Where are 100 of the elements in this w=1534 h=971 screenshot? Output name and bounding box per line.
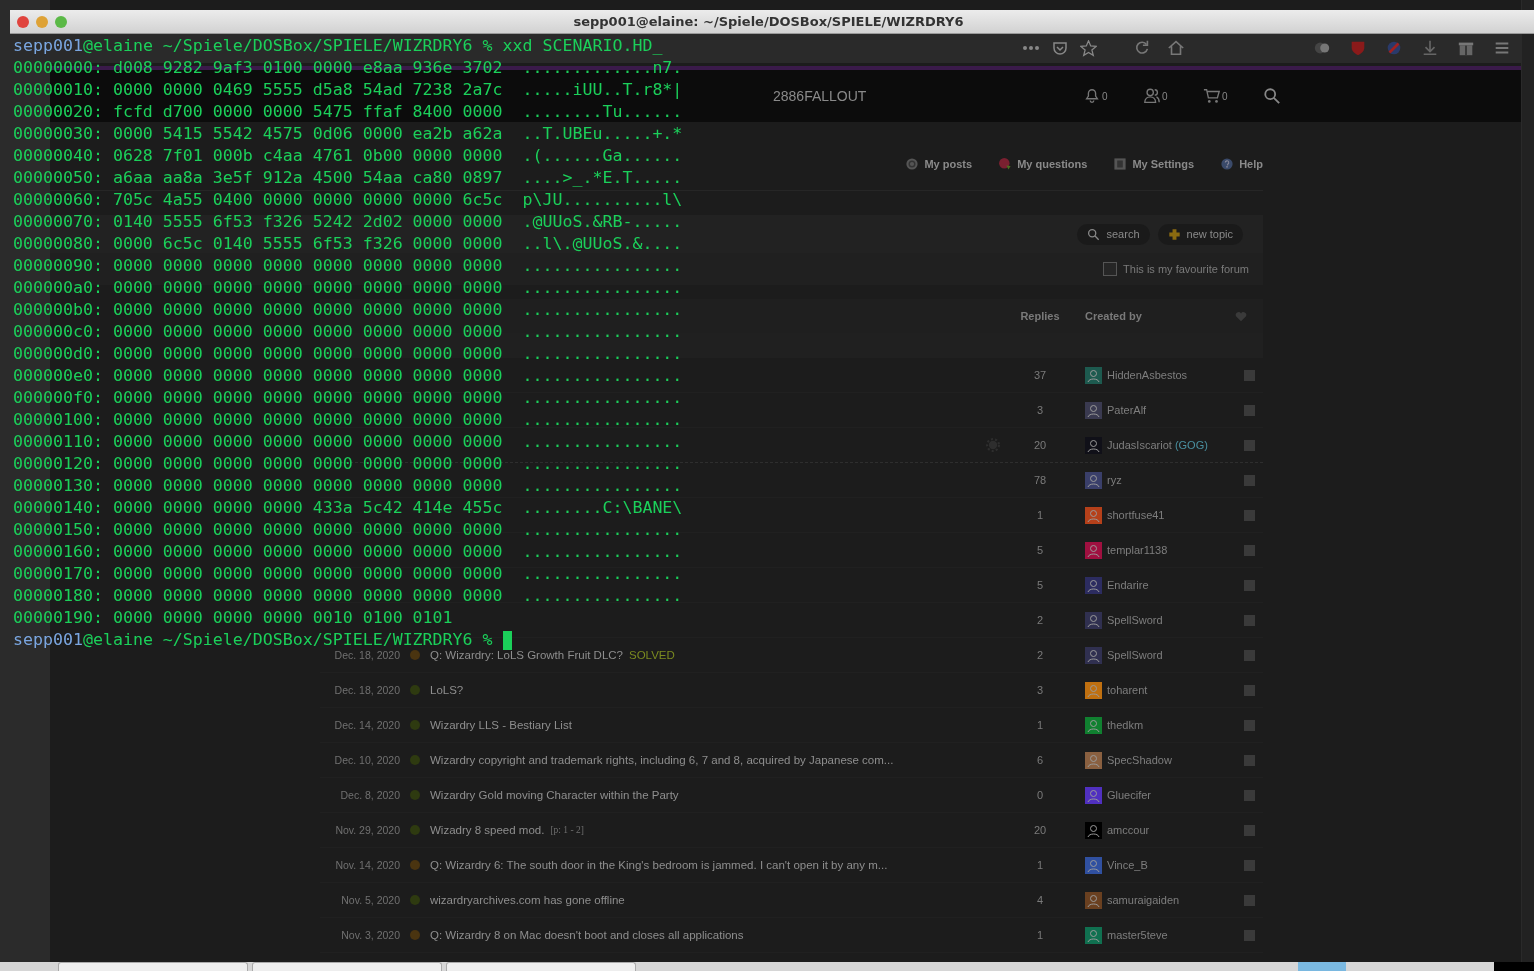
avatar-icon[interactable]	[1085, 401, 1102, 419]
row-checkbox[interactable]	[1243, 404, 1255, 416]
row-checkbox[interactable]	[1243, 719, 1255, 731]
row-checkbox[interactable]	[1243, 789, 1255, 801]
avatar-icon[interactable]	[1085, 506, 1102, 524]
column-header[interactable]: Replies	[1010, 310, 1070, 322]
clock-icon	[905, 157, 920, 171]
creator-name[interactable]: SpecShadow	[1107, 754, 1172, 766]
row-checkbox[interactable]	[1243, 859, 1255, 871]
avatar-icon[interactable]	[1085, 856, 1102, 874]
page-links[interactable]: [p: 1 - 2]	[550, 825, 584, 835]
taskbar-tab[interactable]	[446, 962, 636, 971]
row-checkbox[interactable]	[1243, 544, 1255, 556]
avatar-icon[interactable]	[1085, 436, 1102, 454]
cart-icon[interactable]	[1203, 87, 1221, 105]
avatar-icon[interactable]	[1085, 926, 1102, 944]
topic-link[interactable]: Wizardry LLS - Bestiary List	[430, 719, 572, 731]
taskbar-tab[interactable]	[58, 962, 248, 971]
help-icon	[1220, 157, 1235, 171]
maximize-button[interactable]	[55, 15, 67, 28]
creator-name[interactable]: SpellSword	[1107, 649, 1163, 661]
search-icon[interactable]	[1263, 87, 1281, 105]
row-checkbox[interactable]	[1243, 439, 1255, 451]
pocket-icon[interactable]	[1052, 40, 1068, 56]
row-checkbox[interactable]	[1243, 684, 1255, 696]
row-checkbox[interactable]	[1243, 509, 1255, 521]
avatar-icon[interactable]	[1085, 611, 1102, 629]
creator-name[interactable]: master5teve	[1107, 929, 1168, 941]
bell-icon[interactable]	[1083, 87, 1101, 105]
row-checkbox[interactable]	[1243, 824, 1255, 836]
new-topic-button[interactable]: new topic	[1157, 223, 1243, 245]
row-checkbox[interactable]	[1243, 929, 1255, 941]
row-checkbox[interactable]	[1243, 579, 1255, 591]
user-link[interactable]: My posts	[905, 157, 973, 171]
creator-name[interactable]: Gluecifer	[1107, 789, 1152, 801]
creator-name[interactable]: toharent	[1107, 684, 1148, 696]
user-link[interactable]: My questions	[998, 157, 1088, 171]
home-icon[interactable]	[1167, 39, 1185, 57]
creator-name[interactable]: HiddenAsbestos	[1107, 369, 1188, 381]
row-checkbox[interactable]	[1243, 894, 1255, 906]
creator-name[interactable]: JudasIscariot (GOG)	[1107, 439, 1208, 451]
creator-name[interactable]: ryz	[1107, 474, 1122, 486]
avatar-icon[interactable]	[1085, 541, 1102, 559]
people-icon[interactable]	[1143, 87, 1161, 105]
blocked-globe-icon[interactable]	[1385, 39, 1403, 57]
avatar-icon[interactable]	[1085, 681, 1102, 699]
avatar-icon[interactable]	[1085, 471, 1102, 489]
row-checkbox[interactable]	[1243, 754, 1255, 766]
hex-dump-line: 00000060: 705c 4a55 0400 0000 0000 0000 0000 6c5c p\JU..........l\	[13, 189, 683, 211]
column-header[interactable]: Created by	[1085, 310, 1235, 322]
creator-name[interactable]: shortfuse41	[1107, 509, 1165, 521]
topic-link[interactable]: Q: Wizardry: LoLS Growth Fruit DLC?	[430, 649, 623, 661]
reply-count: 37	[1032, 369, 1048, 381]
user-link[interactable]: Help	[1220, 157, 1263, 171]
nav-menu-item[interactable]: 2886FALLOUT	[773, 88, 1083, 104]
hex-dump-line: 00000040: 0628 7f01 000b c4aa 4761 0b00 0000 0000 .(......Ga......	[13, 145, 683, 167]
star-icon[interactable]	[1080, 39, 1097, 57]
avatar-icon[interactable]	[1085, 786, 1102, 804]
minimize-button[interactable]	[36, 15, 48, 28]
row-checkbox[interactable]	[1243, 369, 1255, 381]
avatar-icon[interactable]	[1085, 891, 1102, 909]
creator-name[interactable]: SpellSword	[1107, 614, 1163, 626]
topic-status-dot	[410, 685, 420, 695]
taskbar-tab[interactable]	[252, 962, 442, 971]
hex-dump-line: 00000120: 0000 0000 0000 0000 0000 0000 0000 0000 ................	[13, 453, 683, 475]
row-checkbox[interactable]	[1243, 614, 1255, 626]
search-button[interactable]: search	[1077, 223, 1150, 245]
more-icon[interactable]	[1022, 45, 1040, 51]
creator-name[interactable]: thedkm	[1107, 719, 1144, 731]
favourite-checkbox[interactable]	[1103, 262, 1118, 276]
topic-link[interactable]: Q: Wizardry 8 on Mac doesn't boot and closes all applications	[430, 929, 744, 941]
creator-name[interactable]: amccour	[1107, 824, 1150, 836]
topic-link[interactable]: Wizardry copyright and trademark rights, including 6, 7 and 8, acquired by Japanese com...	[430, 754, 894, 766]
user-link[interactable]: My Settings	[1113, 157, 1195, 171]
avatar-icon[interactable]	[1085, 576, 1102, 594]
avatar-icon[interactable]	[1085, 716, 1102, 734]
creator-name[interactable]: Endarire	[1107, 579, 1149, 591]
creator-name[interactable]: Vince_B	[1107, 859, 1148, 871]
reply-count: 2	[1035, 649, 1045, 661]
topic-link[interactable]: LoLS?	[430, 684, 464, 696]
topic-link[interactable]: Wizardry Gold moving Character within the Party	[430, 789, 679, 801]
topic-link[interactable]: wizardryarchives.com has gone offline	[430, 894, 625, 906]
close-button[interactable]	[17, 15, 29, 28]
row-checkbox[interactable]	[1243, 474, 1255, 486]
topic-link[interactable]: Wizadry 8 speed mod.	[430, 824, 545, 836]
avatar-icon[interactable]	[1085, 751, 1102, 769]
row-checkbox[interactable]	[1243, 649, 1255, 661]
avatar-icon[interactable]	[1085, 821, 1102, 839]
avatar-icon[interactable]	[1085, 646, 1102, 664]
creator-name[interactable]: templar1138	[1107, 544, 1168, 556]
reload-icon[interactable]	[1133, 39, 1151, 57]
creator-name[interactable]: PaterAlf	[1107, 404, 1147, 416]
avatar-icon[interactable]	[1085, 366, 1102, 384]
window-switcher-icon[interactable]	[1298, 962, 1346, 971]
hex-dump-line: 000000a0: 0000 0000 0000 0000 0000 0000 0000 0000 ................	[13, 277, 683, 299]
download-icon[interactable]	[1421, 39, 1439, 57]
creator-name[interactable]: samuraigaiden	[1107, 894, 1180, 906]
topic-link[interactable]: Q: Wizardry 6: The south door in the King's bedroom is jammed. I can't open it by any m...	[430, 859, 888, 871]
reply-count: 3	[1035, 684, 1045, 696]
scrollbar[interactable]	[1521, 0, 1534, 962]
